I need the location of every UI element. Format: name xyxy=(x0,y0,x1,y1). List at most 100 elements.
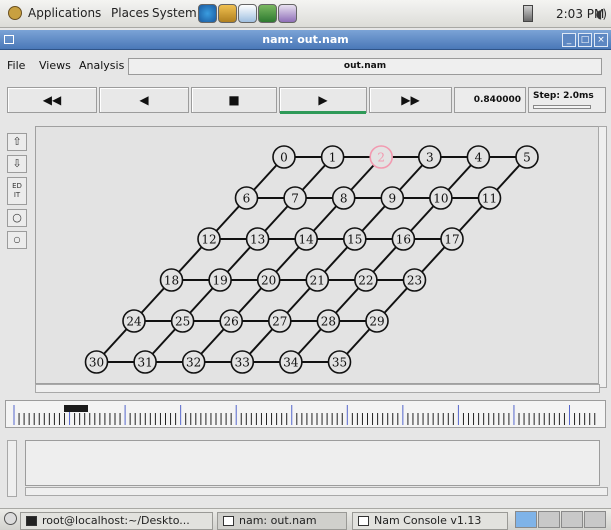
network-node[interactable]: 30 xyxy=(84,350,109,374)
step-control[interactable]: Step: 2.0ms xyxy=(528,87,606,113)
rewind-button[interactable]: ◀ xyxy=(99,87,189,113)
editor-launcher-icon[interactable] xyxy=(238,4,257,23)
node-label: 17 xyxy=(444,233,459,247)
network-node[interactable]: 35 xyxy=(327,350,352,374)
network-node[interactable]: 13 xyxy=(245,227,270,251)
network-node[interactable]: 31 xyxy=(133,350,157,374)
zoom-in-icon[interactable]: ⇧ xyxy=(7,133,27,151)
task-nam-window[interactable]: nam: out.nam xyxy=(217,512,347,530)
stop-button[interactable]: ■ xyxy=(191,87,277,113)
network-node[interactable]: 29 xyxy=(365,309,389,333)
browser-launcher-icon[interactable] xyxy=(198,4,217,23)
network-launcher-icon[interactable] xyxy=(278,4,297,23)
network-node[interactable]: 3 xyxy=(417,145,442,169)
window-titlebar[interactable]: nam: out.nam _ □ × xyxy=(0,30,611,50)
link xyxy=(248,328,274,355)
link xyxy=(410,205,435,232)
time-slider-thumb[interactable] xyxy=(64,405,88,412)
network-node[interactable]: 11 xyxy=(477,186,502,210)
network-node[interactable]: 23 xyxy=(402,268,427,292)
network-node[interactable]: 18 xyxy=(159,268,184,292)
volume-icon[interactable]: ◖) xyxy=(596,7,607,21)
step-slider[interactable] xyxy=(533,105,591,109)
network-node[interactable]: 10 xyxy=(429,186,453,210)
network-node[interactable]: 25 xyxy=(170,309,195,333)
annotation-pane xyxy=(25,440,600,486)
close-button[interactable]: × xyxy=(594,33,608,47)
system-menu[interactable]: System xyxy=(152,6,197,20)
node-label: 9 xyxy=(388,192,396,206)
network-node[interactable]: 16 xyxy=(391,227,416,251)
maximize-button[interactable]: □ xyxy=(578,33,592,47)
node-label: 23 xyxy=(407,274,422,288)
node-label: 21 xyxy=(310,274,325,288)
foot-icon[interactable] xyxy=(8,6,22,20)
network-node[interactable]: 8 xyxy=(331,186,356,210)
annotation-horizontal-scrollbar[interactable] xyxy=(25,487,608,496)
window-icon xyxy=(223,516,234,526)
views-menu[interactable]: Views xyxy=(39,59,71,72)
play-button[interactable]: ▶ xyxy=(279,87,367,113)
update-notifier-icon[interactable] xyxy=(523,5,533,22)
node-label: 1 xyxy=(329,151,337,165)
network-node[interactable]: 22 xyxy=(354,268,378,292)
network-node[interactable]: 15 xyxy=(342,227,367,251)
file-menu[interactable]: File xyxy=(7,59,25,72)
network-node[interactable]: 2 xyxy=(369,145,394,169)
link xyxy=(458,205,483,232)
network-node[interactable]: 14 xyxy=(294,227,319,251)
canvas-horizontal-scrollbar[interactable] xyxy=(35,384,600,393)
link xyxy=(346,328,371,355)
zoom-out-icon[interactable]: ⇩ xyxy=(7,155,27,173)
node-label: 18 xyxy=(164,274,179,288)
network-node[interactable]: 1 xyxy=(320,145,345,169)
workspace-2[interactable] xyxy=(538,511,560,528)
show-desktop-icon[interactable] xyxy=(4,512,17,525)
applications-menu[interactable]: Applications xyxy=(28,6,101,20)
network-node[interactable]: 26 xyxy=(219,309,243,333)
screen: Applications Places System 2:03 PM ◖) na… xyxy=(0,0,611,530)
fast-forward-button[interactable]: ▶▶ xyxy=(369,87,452,113)
link xyxy=(350,164,375,191)
task-nam-console[interactable]: Nam Console v1.13 xyxy=(352,512,508,530)
node-label: 8 xyxy=(340,192,348,206)
circle-tool-icon[interactable]: ○ xyxy=(7,209,27,227)
animation-canvas[interactable]: 0 1 2 3 4 5 6 7 8 9 10 11 12 13 14 15 16 17 18 19 20 21 22 23 24… xyxy=(35,126,600,384)
canvas-vertical-scrollbar[interactable] xyxy=(598,126,607,388)
timeline-slider[interactable] xyxy=(5,400,606,428)
network-node[interactable]: 0 xyxy=(272,145,296,169)
node-label: 4 xyxy=(475,151,483,165)
network-node[interactable]: 32 xyxy=(181,350,206,374)
network-node[interactable]: 27 xyxy=(268,309,292,333)
small-circle-tool-icon[interactable]: ○ xyxy=(7,231,27,249)
network-node[interactable]: 33 xyxy=(230,350,255,374)
annotation-vertical-scrollbar[interactable] xyxy=(7,440,17,497)
network-node[interactable]: 20 xyxy=(256,268,281,292)
network-node[interactable]: 5 xyxy=(515,145,539,169)
node-label: 13 xyxy=(250,233,265,247)
network-node[interactable]: 19 xyxy=(208,268,232,292)
node-label: 11 xyxy=(482,192,497,206)
network-node[interactable]: 9 xyxy=(380,186,405,210)
network-node[interactable]: 6 xyxy=(234,186,259,210)
network-node[interactable]: 28 xyxy=(316,309,341,333)
network-node[interactable]: 7 xyxy=(283,186,307,210)
edit-button[interactable]: ED IT xyxy=(7,177,27,205)
workspace-3[interactable] xyxy=(561,511,583,528)
network-node[interactable]: 12 xyxy=(197,227,221,251)
link xyxy=(253,164,278,191)
network-node[interactable]: 17 xyxy=(440,227,464,251)
network-node[interactable]: 4 xyxy=(466,145,491,169)
task-terminal[interactable]: root@localhost:~/Deskto... xyxy=(20,512,213,530)
mail-launcher-icon[interactable] xyxy=(218,4,237,23)
network-node[interactable]: 34 xyxy=(279,350,303,374)
analysis-menu[interactable]: Analysis xyxy=(79,59,124,72)
workspace-4[interactable] xyxy=(584,511,606,528)
network-node[interactable]: 24 xyxy=(122,309,146,333)
minimize-button[interactable]: _ xyxy=(562,33,576,47)
network-node[interactable]: 21 xyxy=(305,268,330,292)
places-menu[interactable]: Places xyxy=(111,6,149,20)
office-launcher-icon[interactable] xyxy=(258,4,277,23)
workspace-1[interactable] xyxy=(515,511,537,528)
fast-rewind-button[interactable]: ◀◀ xyxy=(7,87,97,113)
